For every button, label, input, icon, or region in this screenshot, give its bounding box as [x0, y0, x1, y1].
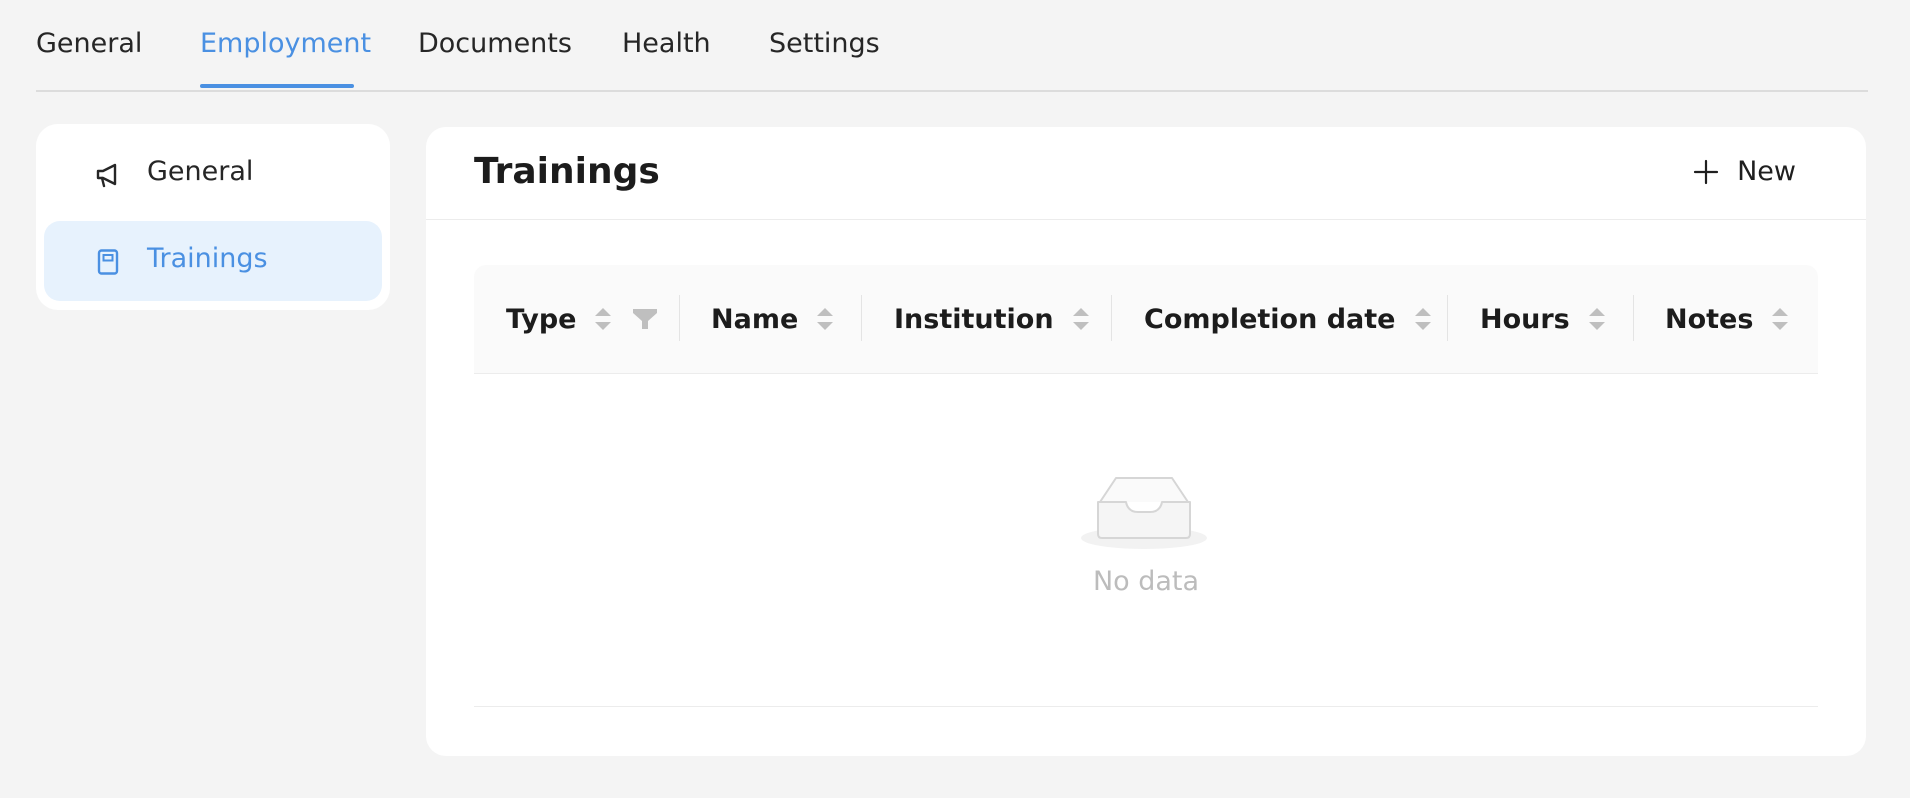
column-header-name[interactable]: Name [711, 265, 834, 373]
column-header-label: Hours [1480, 303, 1570, 335]
active-tab-indicator [200, 84, 354, 88]
tab-employment[interactable]: Employment [200, 26, 371, 62]
column-header-label: Name [711, 303, 799, 335]
sidebar-item-general[interactable]: General [44, 134, 382, 214]
column-header-institution[interactable]: Institution [894, 265, 1090, 373]
megaphone-icon [94, 161, 122, 189]
sort-icon[interactable] [1771, 305, 1789, 333]
column-header-hours[interactable]: Hours [1480, 265, 1606, 373]
column-header-label: Notes [1665, 303, 1754, 335]
sidebar-item-label: General [147, 156, 254, 187]
new-button-label: New [1737, 156, 1796, 187]
tab-documents[interactable]: Documents [418, 26, 572, 62]
sort-icon[interactable] [1588, 305, 1606, 333]
panel-title: Trainings [474, 151, 660, 192]
panel-header: Trainings New [426, 127, 1866, 220]
tab-settings[interactable]: Settings [769, 26, 880, 62]
filter-icon[interactable] [632, 307, 658, 331]
book-icon [94, 248, 122, 276]
empty-inbox-icon [1080, 468, 1208, 552]
column-header-notes[interactable]: Notes [1665, 265, 1789, 373]
sort-icon[interactable] [1072, 305, 1090, 333]
table-empty-state: No data [474, 374, 1818, 707]
empty-state-text: No data [1092, 566, 1200, 597]
sort-icon[interactable] [594, 305, 612, 333]
column-header-label: Type [506, 303, 577, 335]
column-header-label: Institution [894, 303, 1054, 335]
new-button[interactable]: New [1693, 149, 1796, 195]
column-divider [679, 295, 680, 341]
column-divider [1111, 295, 1112, 341]
sidebar-item-trainings[interactable]: Trainings [44, 221, 382, 301]
sort-icon[interactable] [1414, 305, 1432, 333]
sidebar: General Trainings [36, 124, 390, 310]
tab-general[interactable]: General [36, 26, 142, 62]
column-header-type[interactable]: Type [506, 265, 658, 373]
trainings-panel: Trainings New Type Name Institution Comp… [426, 127, 1866, 756]
column-divider [1447, 295, 1448, 341]
tab-health[interactable]: Health [622, 26, 711, 62]
trainings-table: Type Name Institution Completion date Ho… [474, 265, 1818, 707]
plus-icon [1693, 159, 1719, 185]
sort-icon[interactable] [816, 305, 834, 333]
column-header-label: Completion date [1144, 303, 1396, 335]
table-header: Type Name Institution Completion date Ho… [474, 265, 1818, 374]
column-divider [1633, 295, 1634, 341]
top-tabs: General Employment Documents Health Sett… [36, 0, 1868, 92]
sidebar-item-label: Trainings [147, 243, 268, 274]
column-header-completion-date[interactable]: Completion date [1144, 265, 1432, 373]
column-divider [861, 295, 862, 341]
